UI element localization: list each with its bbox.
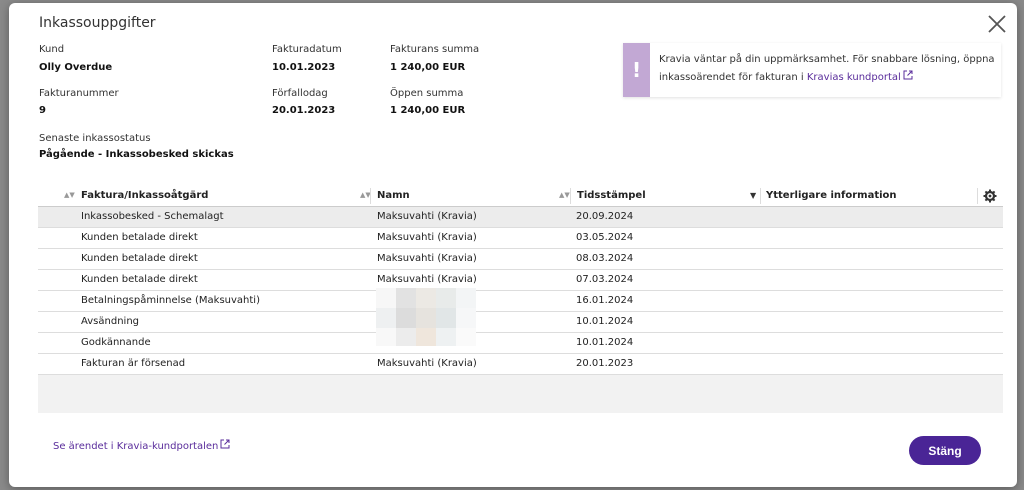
column-header-name[interactable]: Namn [377,185,410,206]
name-cell: Maksuvahti (Kravia) [377,211,477,222]
action-cell: Inkassobesked - Schemalagt [81,211,224,222]
sort-icon[interactable]: ▲▼ [559,185,570,206]
kravia-portal-link[interactable]: Kravias kundportal [806,70,913,83]
action-cell: Kunden betalade direkt [81,232,198,243]
invoice-sum-label: Fakturans summa [390,44,480,55]
collection-details-dialog: Inkassouppgifter Kund Olly Overdue Faktu… [9,3,1017,487]
table-row[interactable]: Kunden betalade direkt Maksuvahti (Kravi… [38,228,1003,249]
exclamation-icon: ! [623,43,650,97]
close-button[interactable]: Stäng [909,436,981,465]
name-cell: Maksuvahti (Kravia) [377,232,477,243]
invoice-number-value: 9 [39,105,46,116]
table-row[interactable]: Godkännande 10.01.2024 [38,333,1003,354]
timestamp-cell: 10.01.2024 [576,337,634,348]
collection-history-table: ▲▼ Faktura/Inkassoåtgärd ▲▼ Namn ▲▼ Tids… [38,185,1003,413]
table-row[interactable]: Kunden betalade direkt Maksuvahti (Kravi… [38,270,1003,291]
footer-link-label: Se ärendet i Kravia-kundportalen [53,441,219,452]
timestamp-cell: 20.09.2024 [576,211,634,222]
customer-label: Kund [39,44,65,55]
due-date-value: 20.01.2023 [272,105,336,116]
timestamp-cell: 16.01.2024 [576,295,634,306]
redacted-image [376,288,476,346]
table-row[interactable]: Inkassobesked - Schemalagt Maksuvahti (K… [38,207,1003,228]
attention-notice: ! Kravia väntar på din uppmärksamhet. Fö… [623,43,1001,97]
column-header-action[interactable]: Faktura/Inkassoåtgärd [81,185,208,206]
action-cell: Fakturan är försenad [81,358,186,369]
gear-icon[interactable] [983,188,997,203]
collection-status-label: Senaste inkassostatus [39,133,151,144]
table-row[interactable]: Betalningspåminnelse (Maksuvahti) 16.01.… [38,291,1003,312]
open-sum-label: Öppen summa [390,88,464,99]
action-cell: Godkännande [81,337,151,348]
timestamp-cell: 07.03.2024 [576,274,634,285]
name-cell: Maksuvahti (Kravia) [377,253,477,264]
column-divider[interactable] [760,188,761,204]
kravia-portal-footer-link[interactable]: Se ärendet i Kravia-kundportalen [53,439,230,452]
invoice-number-label: Fakturanummer [39,88,119,99]
table-row[interactable]: Avsändning 10.01.2024 [38,312,1003,333]
customer-value: Olly Overdue [39,62,113,73]
open-sum-value: 1 240,00 EUR [390,105,466,116]
timestamp-cell: 20.01.2023 [576,358,634,369]
invoice-date-label: Fakturadatum [272,44,342,55]
close-icon[interactable] [986,13,1008,35]
invoice-sum-value: 1 240,00 EUR [390,62,466,73]
column-header-timestamp[interactable]: Tidsstämpel [577,185,646,206]
sort-icon[interactable]: ▲▼ [64,185,75,206]
table-header: ▲▼ Faktura/Inkassoåtgärd ▲▼ Namn ▲▼ Tids… [38,185,1003,207]
table-row[interactable]: Fakturan är försenad Maksuvahti (Kravia)… [38,354,1003,375]
external-link-icon [220,439,230,449]
kravia-portal-link-label: Kravias kundportal [806,72,901,83]
column-divider[interactable] [570,188,571,204]
name-cell: Maksuvahti (Kravia) [377,358,477,369]
invoice-date-value: 10.01.2023 [272,62,336,73]
timestamp-cell: 08.03.2024 [576,253,634,264]
notice-text: Kravia väntar på din uppmärksamhet. För … [659,51,999,87]
timestamp-cell: 03.05.2024 [576,232,634,243]
action-cell: Avsändning [81,316,139,327]
external-link-icon [903,70,913,80]
action-cell: Betalningspåminnelse (Maksuvahti) [81,295,260,306]
action-cell: Kunden betalade direkt [81,253,198,264]
name-cell: Maksuvahti (Kravia) [377,274,477,285]
action-cell: Kunden betalade direkt [81,274,198,285]
collection-status-value: Pågående - Inkassobesked skickas [39,149,234,160]
due-date-label: Förfallodag [272,88,328,99]
timestamp-cell: 10.01.2024 [576,316,634,327]
dialog-title: Inkassouppgifter [39,15,156,31]
table-row[interactable]: Kunden betalade direkt Maksuvahti (Kravi… [38,249,1003,270]
column-divider[interactable] [370,188,371,204]
column-header-info[interactable]: Ytterligare information [766,185,897,206]
column-divider[interactable] [977,188,978,204]
sort-desc-icon[interactable]: ▼ [750,185,756,206]
